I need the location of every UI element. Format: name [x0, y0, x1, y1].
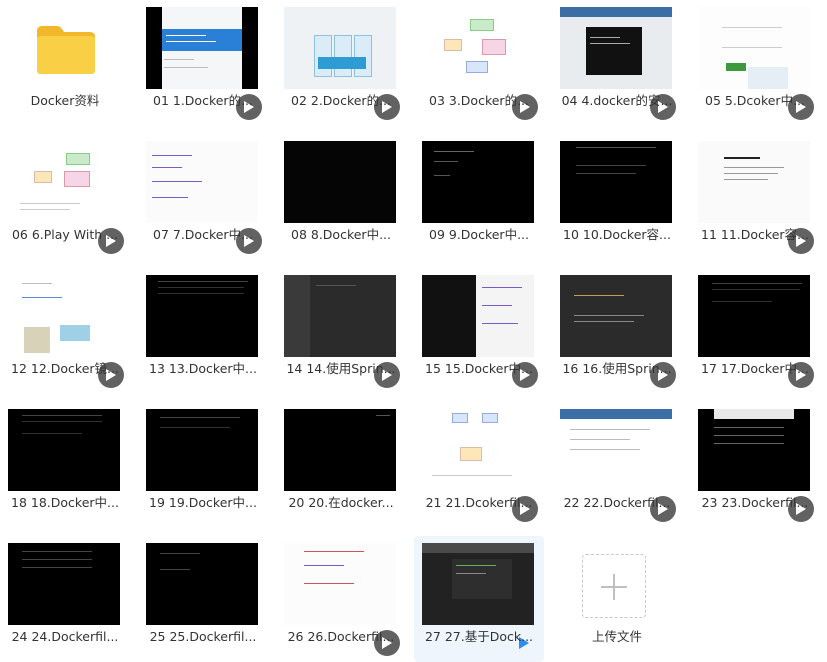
video-item[interactable]: 08 8.Docker中... [276, 134, 406, 260]
video-thumbnail [698, 7, 810, 89]
video-item[interactable]: 04 4.docker的安... [552, 0, 682, 126]
video-thumbnail [698, 409, 810, 491]
video-thumbnail [422, 7, 534, 89]
video-item[interactable]: 21 21.Dcokerfil... [414, 402, 544, 528]
video-item[interactable]: 06 6.Play With ... [0, 134, 130, 260]
video-thumbnail [422, 275, 534, 357]
video-item[interactable]: 18 18.Docker中... [0, 402, 130, 528]
video-title: 20 20.在docker... [288, 495, 394, 510]
video-title: 23 23.Dockerfil... [701, 495, 809, 510]
video-item[interactable]: 05 5.Dcoker中... [690, 0, 820, 126]
video-item[interactable]: 12 12.Docker镜... [0, 268, 130, 394]
video-item[interactable]: 24 24.Dockerfil... [0, 536, 130, 662]
video-thumbnail [284, 7, 396, 89]
video-item[interactable]: 19 19.Docker中... [138, 402, 268, 528]
folder-name: Docker资料 [30, 93, 100, 108]
video-title: 15 15.Docker中... [425, 361, 533, 376]
video-item[interactable]: 20 20.在docker... [276, 402, 406, 528]
video-thumbnail [560, 141, 672, 223]
video-thumbnail [8, 543, 120, 625]
video-thumbnail [422, 141, 534, 223]
video-title: 14 14.使用Sprin... [286, 361, 396, 376]
video-thumbnail [146, 543, 258, 625]
video-item[interactable]: 11 11.Docker容... [690, 134, 820, 260]
video-thumbnail [284, 543, 396, 625]
video-title: 12 12.Docker镜... [11, 361, 119, 376]
video-title: 11 11.Docker容... [701, 227, 809, 242]
video-item[interactable]: 23 23.Dockerfil... [690, 402, 820, 528]
video-title: 21 21.Dcokerfil... [425, 495, 533, 510]
video-item[interactable]: 13 13.Docker中... [138, 268, 268, 394]
upload-item[interactable]: 上传文件 [552, 536, 682, 662]
video-thumbnail [698, 141, 810, 223]
video-item[interactable]: 26 26.Dockerfil... [276, 536, 406, 662]
video-thumbnail [698, 275, 810, 357]
plus-icon [582, 554, 646, 618]
video-item-selected[interactable]: 27 27.基于Dock... [414, 536, 544, 662]
folder-item[interactable]: Docker资料 [0, 0, 130, 126]
video-thumbnail [146, 7, 258, 89]
video-item[interactable]: 15 15.Docker中... [414, 268, 544, 394]
video-title: 17 17.Docker中... [701, 361, 809, 376]
video-title: 05 5.Dcoker中... [705, 93, 805, 108]
video-title: 01 1.Docker的... [153, 93, 253, 108]
video-title: 19 19.Docker中... [149, 495, 257, 510]
video-item[interactable]: 01 1.Docker的... [138, 0, 268, 126]
video-title: 27 27.基于Dock... [424, 629, 534, 644]
video-title: 24 24.Dockerfil... [11, 629, 119, 644]
video-thumbnail [422, 409, 534, 491]
video-title: 13 13.Docker中... [149, 361, 257, 376]
video-thumbnail [284, 275, 396, 357]
video-thumbnail [146, 141, 258, 223]
video-thumbnail [422, 543, 534, 625]
video-title: 25 25.Dockerfil... [149, 629, 257, 644]
video-title: 10 10.Docker容... [563, 227, 671, 242]
video-thumbnail [8, 409, 120, 491]
video-item[interactable]: 22 22.Dockerfil... [552, 402, 682, 528]
video-title: 09 9.Docker中... [429, 227, 529, 242]
video-item[interactable]: 07 7.Docker中... [138, 134, 268, 260]
video-title: 16 16.使用Sprin... [562, 361, 672, 376]
video-title: 04 4.docker的安... [561, 93, 673, 108]
video-item[interactable]: 10 10.Docker容... [552, 134, 682, 260]
video-title: 03 3.Docker的... [429, 93, 529, 108]
video-thumbnail [8, 141, 120, 223]
video-thumbnail [560, 409, 672, 491]
video-title: 07 7.Docker中... [153, 227, 253, 242]
video-item[interactable]: 02 2.Docker的... [276, 0, 406, 126]
video-title: 26 26.Dockerfil... [287, 629, 395, 644]
video-title: 22 22.Dockerfil... [563, 495, 671, 510]
video-thumbnail [146, 275, 258, 357]
video-thumbnail [560, 275, 672, 357]
upload-label: 上传文件 [591, 629, 642, 644]
video-thumbnail [284, 141, 396, 223]
video-title: 08 8.Docker中... [291, 227, 391, 242]
video-item[interactable]: 17 17.Docker中... [690, 268, 820, 394]
video-item[interactable]: 03 3.Docker的... [414, 0, 544, 126]
video-item[interactable]: 25 25.Dockerfil... [138, 536, 268, 662]
video-item[interactable]: 14 14.使用Sprin... [276, 268, 406, 394]
video-thumbnail [284, 409, 396, 491]
video-item[interactable]: 16 16.使用Sprin... [552, 268, 682, 394]
video-item[interactable]: 09 9.Docker中... [414, 134, 544, 260]
video-thumbnail [8, 275, 120, 357]
video-title: 18 18.Docker中... [11, 495, 119, 510]
video-thumbnail [146, 409, 258, 491]
folder-icon [37, 26, 95, 74]
video-title: 06 6.Play With ... [11, 227, 119, 242]
video-thumbnail [560, 7, 672, 89]
video-title: 02 2.Docker的... [291, 93, 391, 108]
